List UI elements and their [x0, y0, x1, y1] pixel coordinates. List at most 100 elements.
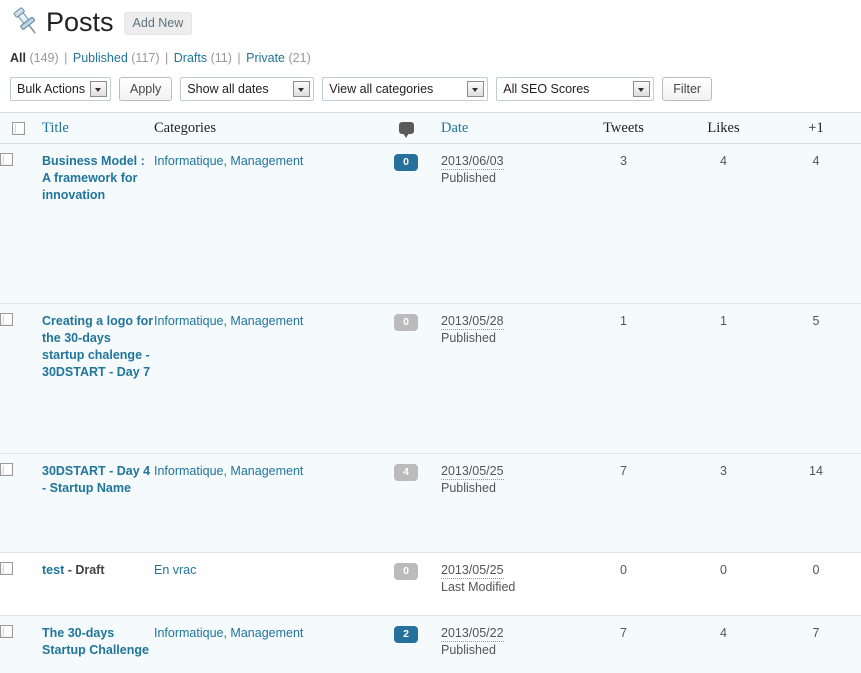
status-filter-links: All (149) | Published (117) | Drafts (11… — [10, 50, 861, 66]
comment-count-bubble[interactable]: 2 — [394, 626, 418, 643]
seo-score-filter-select[interactable]: All SEO Scores — [496, 77, 655, 101]
row-checkbox-cell[interactable] — [0, 303, 42, 454]
column-header-date-label[interactable]: Date — [441, 120, 468, 136]
row-checkbox-cell[interactable] — [0, 453, 42, 553]
row-select-checkbox[interactable] — [0, 313, 13, 326]
row-tweets-cell: 7 — [571, 615, 676, 673]
column-header-date[interactable]: Date — [441, 112, 571, 144]
row-comments-cell[interactable]: 0 — [371, 552, 441, 616]
column-header-plus-one-label: +1 — [808, 119, 824, 136]
post-date: 2013/05/22 — [441, 626, 504, 642]
row-tweets-cell: 1 — [571, 303, 676, 454]
post-title-link[interactable]: test — [42, 563, 64, 577]
row-checkbox-cell[interactable] — [0, 143, 42, 304]
post-title-link[interactable]: Business Model : A framework for innovat… — [42, 154, 145, 202]
row-title-cell[interactable]: The 30-days Startup Challenge — [42, 615, 154, 673]
row-date-cell: 2013/05/28 Published — [441, 303, 571, 454]
chevron-down-icon[interactable] — [467, 81, 485, 97]
row-plus-one-cell: 5 — [771, 303, 861, 454]
status-filter-private[interactable]: Private (21) — [246, 51, 311, 65]
post-categories-link[interactable]: Informatique, Management — [154, 464, 303, 478]
post-title-link[interactable]: 30DSTART - Day 4 - Startup Name — [42, 464, 150, 495]
post-categories-link[interactable]: Informatique, Management — [154, 154, 303, 168]
status-filter-published-count: (117) — [131, 51, 160, 65]
column-header-checkbox[interactable] — [0, 112, 42, 144]
add-new-button[interactable]: Add New — [123, 11, 193, 35]
comment-count-bubble[interactable]: 0 — [394, 154, 418, 171]
row-categories-cell[interactable]: Informatique, Management — [154, 615, 371, 673]
post-title-link[interactable]: The 30-days Startup Challenge — [42, 626, 149, 657]
select-all-checkbox[interactable] — [12, 121, 25, 135]
row-likes-cell: 3 — [676, 453, 771, 553]
chevron-down-icon[interactable] — [90, 81, 107, 97]
post-state: - Draft — [64, 563, 105, 577]
column-header-title-label[interactable]: Title — [42, 120, 69, 136]
filter-button[interactable]: Filter — [662, 77, 713, 101]
status-filter-drafts-link[interactable]: Drafts — [174, 51, 207, 65]
column-header-title[interactable]: Title — [42, 112, 154, 144]
row-comments-cell[interactable]: 0 — [371, 303, 441, 454]
bulk-actions-select[interactable]: Bulk Actions — [10, 77, 111, 101]
comment-count-bubble[interactable]: 4 — [394, 464, 418, 481]
row-title-cell[interactable]: Business Model : A framework for innovat… — [42, 143, 154, 304]
column-header-plus-one: +1 — [771, 112, 861, 144]
post-categories-link[interactable]: Informatique, Management — [154, 626, 303, 640]
row-title-cell[interactable]: test - Draft — [42, 552, 154, 616]
row-categories-cell[interactable]: En vrac — [154, 552, 371, 616]
post-categories-link[interactable]: En vrac — [154, 563, 196, 577]
row-plus-one-cell: 14 — [771, 453, 861, 553]
row-select-checkbox[interactable] — [0, 463, 13, 476]
comment-count-bubble[interactable]: 0 — [394, 314, 418, 331]
row-categories-cell[interactable]: Informatique, Management — [154, 453, 371, 553]
pushpin-icon — [8, 5, 42, 39]
row-checkbox-cell[interactable] — [0, 615, 42, 673]
filter-separator: | — [237, 51, 241, 65]
row-title-cell[interactable]: 30DSTART - Day 4 - Startup Name — [42, 453, 154, 553]
row-select-checkbox[interactable] — [0, 625, 13, 638]
row-categories-cell[interactable]: Informatique, Management — [154, 303, 371, 454]
column-header-comments[interactable] — [371, 112, 441, 144]
row-select-checkbox[interactable] — [0, 153, 13, 166]
table-row[interactable]: Business Model : A framework for innovat… — [0, 143, 861, 304]
status-filter-published-link[interactable]: Published — [73, 51, 128, 65]
column-header-likes-label: Likes — [707, 119, 740, 136]
row-categories-cell[interactable]: Informatique, Management — [154, 143, 371, 304]
table-row[interactable]: Creating a logo for the 30-days startup … — [0, 303, 861, 454]
post-date-status: Published — [441, 481, 496, 495]
apply-button[interactable]: Apply — [119, 77, 173, 101]
filter-separator: | — [165, 51, 169, 65]
column-header-tweets: Tweets — [571, 112, 676, 144]
row-comments-cell[interactable]: 2 — [371, 615, 441, 673]
date-filter-value: Show all dates — [187, 82, 269, 96]
category-filter-select[interactable]: View all categories — [322, 77, 489, 101]
row-date-cell: 2013/05/22 Published — [441, 615, 571, 673]
post-title-link[interactable]: Creating a logo for the 30-days startup … — [42, 314, 153, 379]
status-filter-all-link[interactable]: All — [10, 51, 26, 65]
table-row[interactable]: test - Draft En vrac 0 2013/05/25 Last M… — [0, 552, 861, 616]
category-filter-value: View all categories — [329, 82, 434, 96]
table-row[interactable]: The 30-days Startup Challenge Informatiq… — [0, 615, 861, 673]
date-filter-select[interactable]: Show all dates — [180, 77, 315, 101]
status-filter-drafts[interactable]: Drafts (11) — [174, 51, 236, 65]
row-checkbox-cell[interactable] — [0, 552, 42, 616]
row-likes-cell: 4 — [676, 615, 771, 673]
row-likes-cell: 4 — [676, 143, 771, 304]
chevron-down-icon[interactable] — [293, 81, 311, 97]
row-title-cell[interactable]: Creating a logo for the 30-days startup … — [42, 303, 154, 454]
posts-table: Title Categories Date Tweets Likes +1 Bu… — [0, 112, 861, 673]
chevron-down-icon[interactable] — [633, 81, 651, 97]
row-plus-one-cell: 4 — [771, 143, 861, 304]
status-filter-all[interactable]: All (149) — [10, 51, 62, 65]
status-filter-published[interactable]: Published (117) — [73, 51, 163, 65]
seo-score-filter-value: All SEO Scores — [503, 82, 590, 96]
post-categories-link[interactable]: Informatique, Management — [154, 314, 303, 328]
table-row[interactable]: 30DSTART - Day 4 - Startup Name Informat… — [0, 453, 861, 553]
status-filter-private-link[interactable]: Private — [246, 51, 285, 65]
status-filter-private-count: (21) — [288, 51, 311, 65]
posts-table-body: Business Model : A framework for innovat… — [0, 143, 861, 673]
post-date-status: Published — [441, 331, 496, 345]
row-comments-cell[interactable]: 0 — [371, 143, 441, 304]
row-comments-cell[interactable]: 4 — [371, 453, 441, 553]
comment-count-bubble[interactable]: 0 — [394, 563, 418, 580]
row-select-checkbox[interactable] — [0, 562, 13, 575]
